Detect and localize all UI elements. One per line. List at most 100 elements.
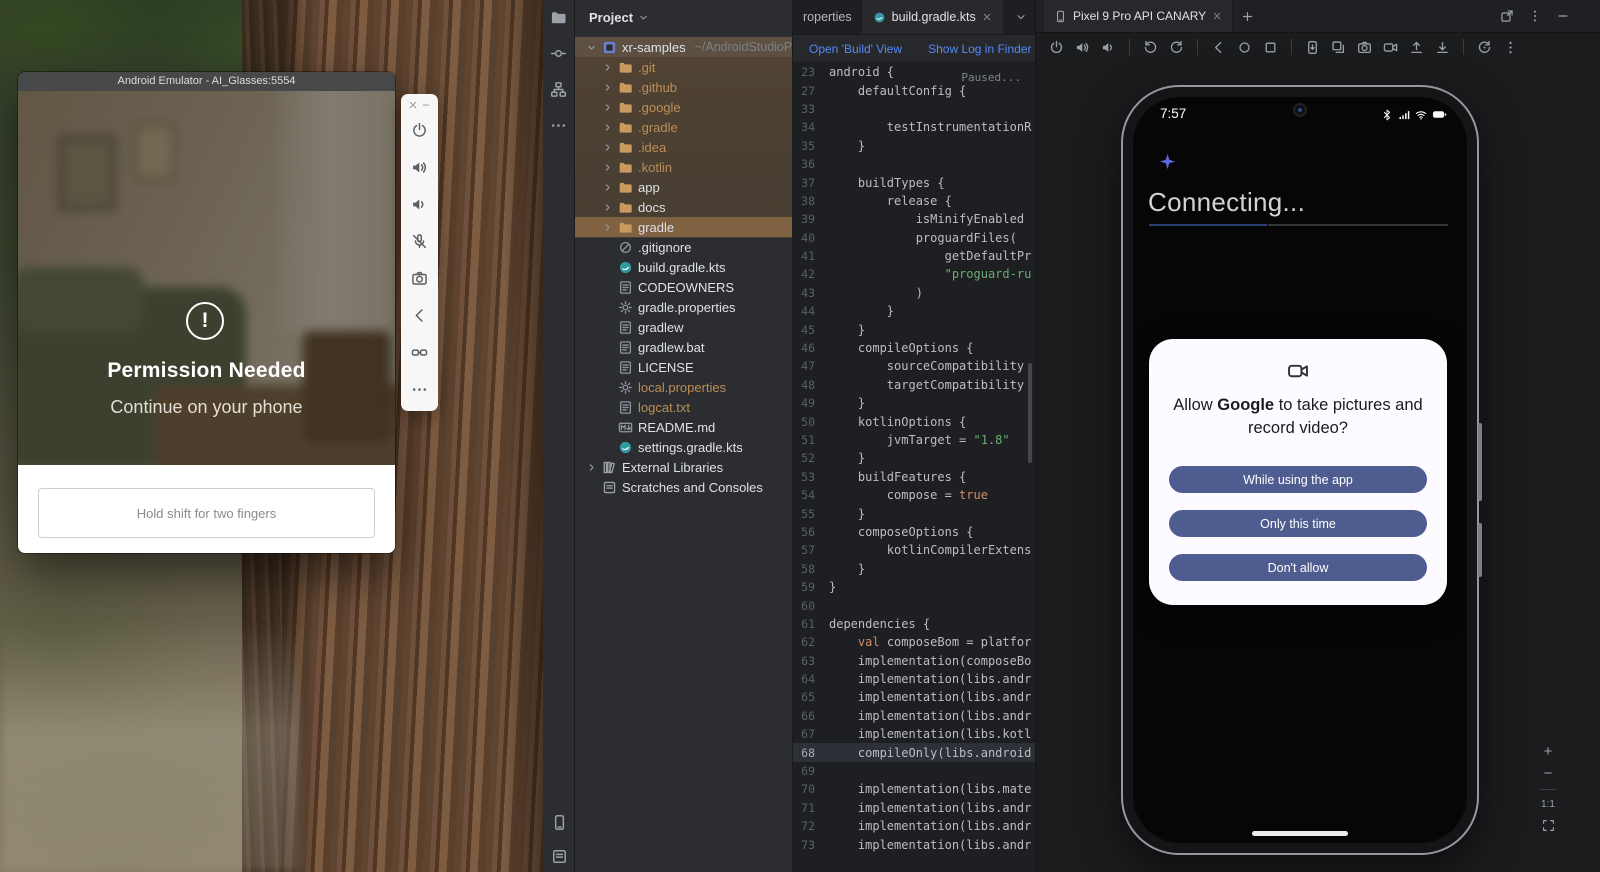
code-line-64[interactable]: 64 implementation(libs.andr (793, 670, 1035, 688)
more-v-icon[interactable] (1502, 39, 1519, 56)
glasses-icon[interactable] (401, 334, 438, 371)
code-line-68[interactable]: 68 compileOnly(libs.android (793, 743, 1035, 761)
fit-screen-icon[interactable] (1542, 819, 1555, 832)
videocam-icon[interactable] (1382, 39, 1399, 56)
tree-item-scratches-and-consoles[interactable]: Scratches and Consoles (575, 477, 792, 497)
tree-item-app[interactable]: app (575, 177, 792, 197)
project-panel-title[interactable]: Project (589, 10, 633, 25)
chevron-right-icon[interactable] (601, 222, 613, 233)
zoom-level[interactable]: 1:1 (1541, 799, 1555, 810)
dialog-button-don-t-allow[interactable]: Don't allow (1169, 554, 1427, 581)
upload-icon[interactable] (1408, 39, 1425, 56)
overview-icon[interactable] (1262, 39, 1279, 56)
tree-item-local-properties[interactable]: local.properties (575, 377, 792, 397)
code-line-73[interactable]: 73 implementation(libs.andr (793, 835, 1035, 853)
chevron-right-icon[interactable] (601, 122, 613, 133)
layers-icon[interactable] (1330, 39, 1347, 56)
code-line-53[interactable]: 53 buildFeatures { (793, 468, 1035, 486)
code-line-67[interactable]: 67 implementation(libs.kotl (793, 725, 1035, 743)
dialog-button-only-this-time[interactable]: Only this time (1169, 510, 1427, 537)
rotate-cw-icon[interactable] (1168, 39, 1185, 56)
structure-icon[interactable] (548, 78, 570, 100)
phone-screen[interactable]: 7:57 Connecting... Allow Google to take … (1133, 97, 1467, 843)
code-line-43[interactable]: 43 ) (793, 284, 1035, 302)
close-icon[interactable] (408, 100, 418, 110)
back-icon[interactable] (401, 297, 438, 334)
code-line-65[interactable]: 65 implementation(libs.andr (793, 688, 1035, 706)
notification-link-open-build-view[interactable]: Open 'Build' View (809, 42, 902, 56)
tree-item-github[interactable]: .github (575, 77, 792, 97)
code-line-63[interactable]: 63 implementation(composeBo (793, 652, 1035, 670)
commit-icon[interactable] (548, 42, 570, 64)
zoom-in-button[interactable]: + (1544, 745, 1553, 758)
terminal-icon[interactable] (548, 845, 570, 867)
folder-icon[interactable] (548, 6, 570, 28)
code-line-42[interactable]: 42 "proguard-ru (793, 265, 1035, 283)
tree-item-idea[interactable]: .idea (575, 137, 792, 157)
minus-icon[interactable] (1556, 9, 1570, 23)
chevron-down-icon[interactable] (638, 12, 649, 23)
code-line-66[interactable]: 66 implementation(libs.andr (793, 707, 1035, 725)
tree-item-gradle-properties[interactable]: gradle.properties (575, 297, 792, 317)
code-line-48[interactable]: 48 targetCompatibility (793, 376, 1035, 394)
code-line-47[interactable]: 47 sourceCompatibility (793, 357, 1035, 375)
tree-item-license[interactable]: LICENSE (575, 357, 792, 377)
tree-item-readme-md[interactable]: README.md (575, 417, 792, 437)
more-h-icon[interactable] (401, 371, 438, 408)
power-icon[interactable] (401, 112, 438, 149)
tab-gradle-properties[interactable]: roperties (793, 0, 863, 34)
device-manager-icon[interactable] (548, 811, 570, 833)
code-editor[interactable]: 23android {27 defaultConfig {3334 testIn… (793, 63, 1035, 872)
code-line-35[interactable]: 35 } (793, 137, 1035, 155)
screenshot-icon[interactable] (1304, 39, 1321, 56)
code-line-38[interactable]: 38 release { (793, 192, 1035, 210)
chevron-right-icon[interactable] (601, 142, 613, 153)
camera-icon[interactable] (401, 260, 438, 297)
tree-item-google[interactable]: .google (575, 97, 792, 117)
camera-icon[interactable] (1356, 39, 1373, 56)
tree-item-kotlin[interactable]: .kotlin (575, 157, 792, 177)
tree-item-build-gradle-kts[interactable]: build.gradle.kts (575, 257, 792, 277)
volume-up-icon[interactable] (1074, 39, 1091, 56)
more-v-icon[interactable] (1528, 9, 1542, 23)
volume-down-icon[interactable] (1100, 39, 1117, 56)
tree-item-external-libraries[interactable]: External Libraries (575, 457, 792, 477)
editor-scrollbar[interactable] (1028, 363, 1032, 463)
volume-up-icon[interactable] (401, 149, 438, 186)
tree-item-gradlew[interactable]: gradlew (575, 317, 792, 337)
dialog-button-while-using-the-app[interactable]: While using the app (1169, 466, 1427, 493)
code-line-62[interactable]: 62 val composeBom = platfor (793, 633, 1035, 651)
power-icon[interactable] (1048, 39, 1065, 56)
code-line-34[interactable]: 34 testInstrumentationR (793, 118, 1035, 136)
tree-item-docs[interactable]: docs (575, 197, 792, 217)
more-h-icon[interactable] (548, 114, 570, 136)
code-line-44[interactable]: 44 } (793, 302, 1035, 320)
tree-item-xr-samples[interactable]: xr-samples~/AndroidStudioProj (575, 37, 792, 57)
code-line-60[interactable]: 60 (793, 596, 1035, 614)
code-line-27[interactable]: 27 defaultConfig { (793, 81, 1035, 99)
download-icon[interactable] (1434, 39, 1451, 56)
minus-icon[interactable] (421, 100, 431, 110)
emulator-screen[interactable]: ! Permission Needed Continue on your pho… (18, 91, 395, 465)
chevron-right-icon[interactable] (585, 462, 597, 473)
tree-item-gitignore[interactable]: .gitignore (575, 237, 792, 257)
code-line-57[interactable]: 57 kotlinCompilerExtens (793, 541, 1035, 559)
chevron-right-icon[interactable] (601, 62, 613, 73)
code-line-49[interactable]: 49 } (793, 394, 1035, 412)
chevron-right-icon[interactable] (601, 182, 613, 193)
chevron-down-icon[interactable] (585, 42, 597, 53)
emulator-titlebar[interactable]: Android Emulator - AI_Glasses:5554 (18, 72, 395, 91)
chevron-right-icon[interactable] (601, 82, 613, 93)
home-indicator[interactable] (1252, 831, 1348, 836)
code-line-33[interactable]: 33 (793, 100, 1035, 118)
tree-item-codeowners[interactable]: CODEOWNERS (575, 277, 792, 297)
code-line-70[interactable]: 70 implementation(libs.mate (793, 780, 1035, 798)
chevron-right-icon[interactable] (601, 202, 613, 213)
back-icon[interactable] (1210, 39, 1227, 56)
code-line-61[interactable]: 61dependencies { (793, 615, 1035, 633)
zoom-out-button[interactable]: − (1544, 767, 1553, 780)
code-line-37[interactable]: 37 buildTypes { (793, 173, 1035, 191)
tabs-dropdown-icon[interactable] (1015, 0, 1027, 34)
code-line-40[interactable]: 40 proguardFiles( (793, 229, 1035, 247)
code-line-46[interactable]: 46 compileOptions { (793, 339, 1035, 357)
